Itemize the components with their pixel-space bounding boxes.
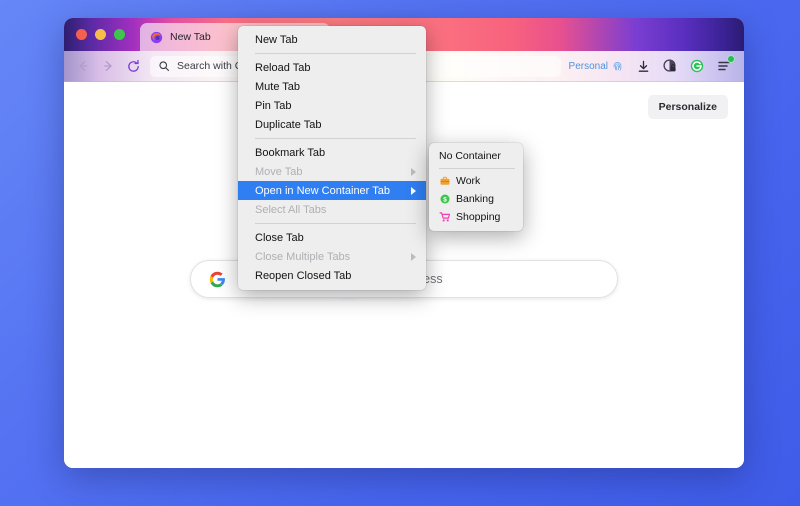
menu-item-label: Close Multiple Tabs <box>255 251 350 263</box>
maximize-window-button[interactable] <box>114 29 125 40</box>
address-bar-text: Search with G <box>177 60 243 72</box>
container-item-work[interactable]: Work <box>429 172 523 190</box>
briefcase-icon <box>439 175 451 187</box>
container-item-banking[interactable]: $ Banking <box>429 190 523 208</box>
minimize-window-button[interactable] <box>95 29 106 40</box>
container-submenu: No Container Work $ Banking Shopping <box>429 143 523 231</box>
menu-item-label: Select All Tabs <box>255 204 326 216</box>
menu-item-label: Reload Tab <box>255 62 310 74</box>
menu-item-open-in-new-container-tab[interactable]: Open in New Container Tab <box>238 181 426 200</box>
fingerprint-icon <box>612 61 623 72</box>
container-item-shopping[interactable]: Shopping <box>429 208 523 226</box>
download-icon[interactable] <box>634 57 652 75</box>
menu-item-label: New Tab <box>255 34 298 46</box>
firefox-icon <box>150 31 163 44</box>
cart-icon <box>439 211 451 223</box>
container-indicator[interactable]: Personal <box>569 61 623 72</box>
dollar-circle-icon: $ <box>439 193 451 205</box>
container-label: Personal <box>569 61 608 72</box>
menu-item-bookmark-tab[interactable]: Bookmark Tab <box>238 143 426 162</box>
traffic-light-buttons <box>76 29 125 40</box>
toolbar-right-icons: Personal <box>569 57 744 75</box>
menu-item-label: Pin Tab <box>255 100 292 112</box>
submenu-separator <box>439 168 515 169</box>
menu-item-select-all-tabs: Select All Tabs <box>238 200 426 219</box>
menu-item-move-tab: Move Tab <box>238 162 426 181</box>
navigation-buttons <box>64 55 144 77</box>
menu-item-label: Bookmark Tab <box>255 147 325 159</box>
menu-item-duplicate-tab[interactable]: Duplicate Tab <box>238 115 426 134</box>
menu-item-label: Open in New Container Tab <box>255 185 390 197</box>
menu-item-close-tab[interactable]: Close Tab <box>238 228 426 247</box>
update-badge <box>727 55 735 63</box>
menu-separator <box>255 223 416 224</box>
submenu-arrow-icon <box>411 187 416 195</box>
personalize-button[interactable]: Personalize <box>648 95 728 119</box>
container-item-label: Work <box>456 175 480 187</box>
menu-item-pin-tab[interactable]: Pin Tab <box>238 96 426 115</box>
menu-item-reopen-closed-tab[interactable]: Reopen Closed Tab <box>238 266 426 285</box>
menu-item-label: Move Tab <box>255 166 303 178</box>
container-item-label: Banking <box>456 193 494 205</box>
account-circle-icon[interactable] <box>688 57 706 75</box>
container-item-label: No Container <box>439 150 501 162</box>
google-g-icon <box>209 271 226 288</box>
menu-separator <box>255 138 416 139</box>
tab-context-menu: New Tab Reload Tab Mute Tab Pin Tab Duplicat… <box>238 26 426 290</box>
submenu-arrow-icon <box>411 168 416 176</box>
menu-item-close-multiple-tabs: Close Multiple Tabs <box>238 247 426 266</box>
menu-item-label: Close Tab <box>255 232 304 244</box>
menu-item-label: Duplicate Tab <box>255 119 321 131</box>
svg-text:$: $ <box>443 197 447 204</box>
forward-arrow-icon[interactable] <box>97 55 119 77</box>
close-window-button[interactable] <box>76 29 87 40</box>
menu-item-reload-tab[interactable]: Reload Tab <box>238 58 426 77</box>
submenu-arrow-icon <box>411 253 416 261</box>
menu-item-mute-tab[interactable]: Mute Tab <box>238 77 426 96</box>
menu-item-label: Mute Tab <box>255 81 300 93</box>
container-item-label: Shopping <box>456 211 500 223</box>
reload-icon[interactable] <box>122 55 144 77</box>
back-arrow-icon[interactable] <box>72 55 94 77</box>
container-item-no-container[interactable]: No Container <box>429 147 523 165</box>
search-icon <box>158 60 170 72</box>
menu-separator <box>255 53 416 54</box>
privacy-shield-icon[interactable] <box>661 57 679 75</box>
tab-title: New Tab <box>170 31 211 43</box>
menu-item-label: Reopen Closed Tab <box>255 270 351 282</box>
hamburger-menu-icon[interactable] <box>715 57 733 75</box>
menu-item-new-tab[interactable]: New Tab <box>238 30 426 49</box>
